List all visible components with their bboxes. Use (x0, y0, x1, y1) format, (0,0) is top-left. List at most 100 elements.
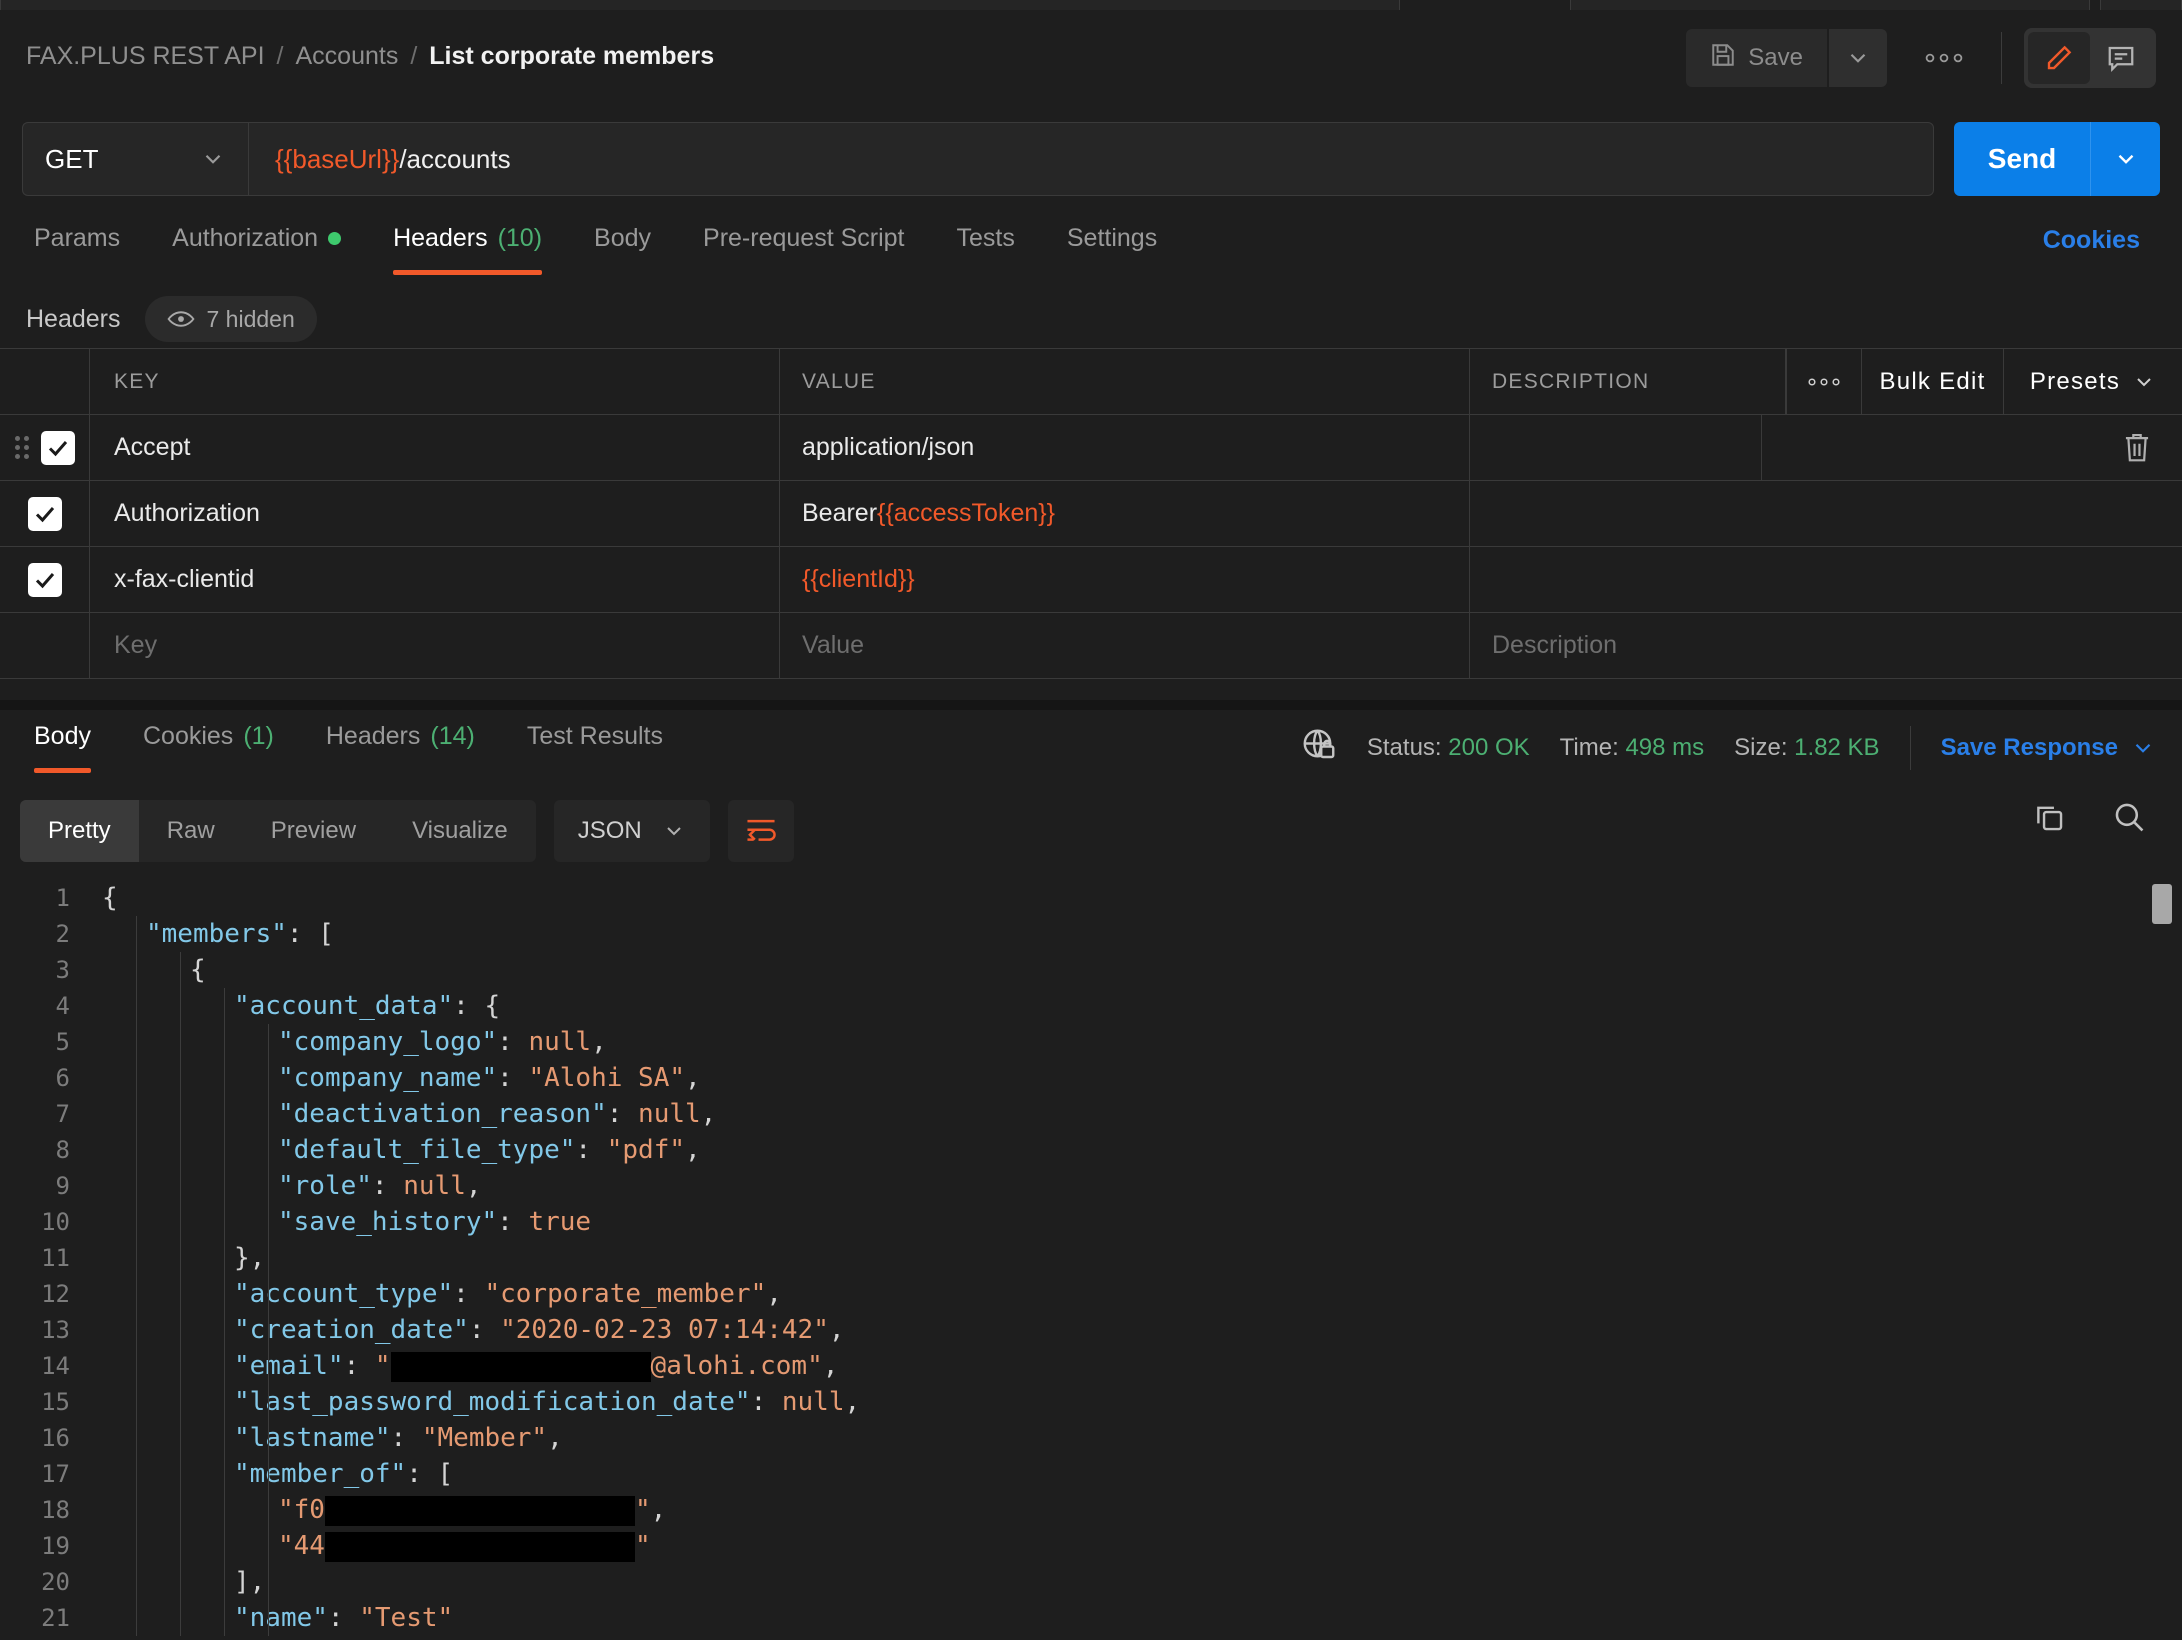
search-button[interactable] (2112, 800, 2146, 839)
line-number: 15 (0, 1384, 92, 1420)
response-tab-cookies[interactable]: Cookies (1) (117, 716, 300, 773)
tab-label: Settings (1067, 224, 1157, 253)
header-description-input[interactable] (1470, 415, 1762, 480)
size-group: Size: 1.82 KB (1734, 734, 1879, 762)
tab-headers[interactable]: Headers (10) (367, 218, 568, 275)
http-method-select[interactable]: GET (22, 122, 248, 196)
response-tab-headers[interactable]: Headers (14) (300, 716, 501, 773)
code-token: : [ (406, 1459, 453, 1489)
check-icon (33, 568, 57, 592)
breadcrumb: FAX.PLUS REST API / Accounts / List corp… (26, 42, 714, 71)
copy-icon (2032, 800, 2066, 834)
tab-remnant-mid[interactable] (1570, 0, 2090, 10)
code-token: : (497, 1027, 528, 1057)
table-row[interactable]: Accept application/json (0, 415, 2182, 481)
breadcrumb-request[interactable]: List corporate members (429, 42, 714, 71)
new-header-key-input[interactable]: Key (90, 613, 780, 678)
code-scrollbar-thumb[interactable] (2152, 884, 2172, 924)
save-button-label: Save (1748, 44, 1803, 72)
row-checkbox[interactable] (28, 563, 62, 597)
code-line: 21"name": "Test" (0, 1600, 2182, 1636)
code-text: "company_logo": null, (92, 1024, 607, 1060)
header-description-input[interactable] (1470, 547, 2182, 612)
response-body-actions (2032, 800, 2146, 839)
table-row[interactable]: Authorization Bearer {{accessToken}} (0, 481, 2182, 547)
table-row-empty[interactable]: Key Value Description (0, 613, 2182, 679)
table-options-button[interactable] (1786, 349, 1862, 414)
url-input[interactable]: {{baseUrl}}/accounts (248, 122, 1934, 196)
code-token: "last_password_modification_date" (234, 1387, 751, 1417)
save-button[interactable]: Save (1686, 29, 1827, 87)
header-value-input[interactable]: {{clientId}} (780, 547, 1470, 612)
code-token: : (751, 1387, 782, 1417)
tab-params[interactable]: Params (8, 218, 146, 275)
presets-dropdown[interactable]: Presets (2004, 349, 2182, 414)
code-token: "Member" (422, 1423, 547, 1453)
row-checkbox[interactable] (41, 431, 75, 465)
table-row[interactable]: x-fax-clientid {{clientId}} (0, 547, 2182, 613)
status-label: Status: (1367, 734, 1442, 761)
word-wrap-button[interactable] (728, 800, 794, 862)
header-key-input[interactable]: Accept (90, 415, 780, 480)
line-number: 4 (0, 988, 92, 1024)
time-value: 498 ms (1625, 734, 1704, 761)
request-tabs: Params Authorization Headers (10) Body P… (0, 218, 2182, 284)
code-token: : (575, 1135, 606, 1165)
comment-icon (2106, 43, 2136, 73)
drag-handle-icon[interactable] (15, 436, 31, 459)
globe-lock-icon[interactable] (1301, 727, 1337, 770)
format-tab-pretty[interactable]: Pretty (20, 800, 139, 862)
tab-tests[interactable]: Tests (931, 218, 1041, 275)
header-key-input[interactable]: x-fax-clientid (90, 547, 780, 612)
more-actions-button[interactable] (1909, 29, 1979, 87)
code-token: ], (234, 1567, 265, 1597)
line-number: 11 (0, 1240, 92, 1276)
tab-pre-request-script[interactable]: Pre-request Script (677, 218, 930, 275)
response-tab-body[interactable]: Body (8, 716, 117, 773)
tab-remnant-right[interactable] (2100, 0, 2182, 10)
code-text: "name": "Test" (92, 1600, 453, 1636)
format-tab-preview[interactable]: Preview (243, 800, 384, 862)
edit-mode-toggle[interactable] (2028, 32, 2090, 84)
send-options-button[interactable] (2090, 122, 2160, 196)
tab-remnant-left[interactable] (0, 0, 1400, 10)
bulk-edit-button[interactable]: Bulk Edit (1862, 349, 2004, 414)
response-body-code[interactable]: 1{2"members": [3{4"account_data": {5"com… (0, 880, 2182, 1640)
cookies-link[interactable]: Cookies (2043, 226, 2140, 255)
code-line: 3{ (0, 952, 2182, 988)
breadcrumb-collection[interactable]: FAX.PLUS REST API (26, 42, 265, 71)
code-line: 1{ (0, 880, 2182, 916)
new-header-value-input[interactable]: Value (780, 613, 1470, 678)
line-number: 16 (0, 1420, 92, 1456)
header-value-input[interactable]: application/json (780, 415, 1470, 480)
format-tab-raw[interactable]: Raw (139, 800, 243, 862)
code-token: "company_name" (278, 1063, 497, 1093)
code-token: : (469, 1315, 500, 1345)
response-tab-test-results[interactable]: Test Results (501, 716, 689, 773)
format-tab-visualize[interactable]: Visualize (384, 800, 536, 862)
url-bar: GET {{baseUrl}}/accounts Send (22, 122, 2160, 196)
header-key-input[interactable]: Authorization (90, 481, 780, 546)
save-response-button[interactable]: Save Response (1941, 734, 2156, 762)
row-checkbox[interactable] (28, 497, 62, 531)
response-divider[interactable] (0, 700, 2182, 710)
comment-mode-toggle[interactable] (2090, 32, 2152, 84)
language-select[interactable]: JSON (554, 800, 710, 862)
code-token: "f0 (278, 1495, 325, 1525)
header-description-input[interactable] (1470, 481, 2182, 546)
new-header-description-input[interactable]: Description (1470, 613, 2182, 678)
tab-label: Body (34, 722, 91, 751)
header-value-input[interactable]: Bearer {{accessToken}} (780, 481, 1470, 546)
breadcrumb-folder[interactable]: Accounts (295, 42, 398, 71)
code-token: , (845, 1387, 861, 1417)
tab-body[interactable]: Body (568, 218, 677, 275)
tab-authorization[interactable]: Authorization (146, 218, 367, 275)
row-delete-button[interactable] (1762, 432, 2182, 464)
copy-button[interactable] (2032, 800, 2066, 839)
save-dropdown-button[interactable] (1829, 29, 1887, 87)
tab-settings[interactable]: Settings (1041, 218, 1183, 275)
code-token: "deactivation_reason" (278, 1099, 607, 1129)
hidden-headers-toggle[interactable]: 7 hidden (145, 296, 317, 342)
send-button[interactable]: Send (1954, 122, 2090, 196)
code-token: "account_data" (234, 991, 453, 1021)
